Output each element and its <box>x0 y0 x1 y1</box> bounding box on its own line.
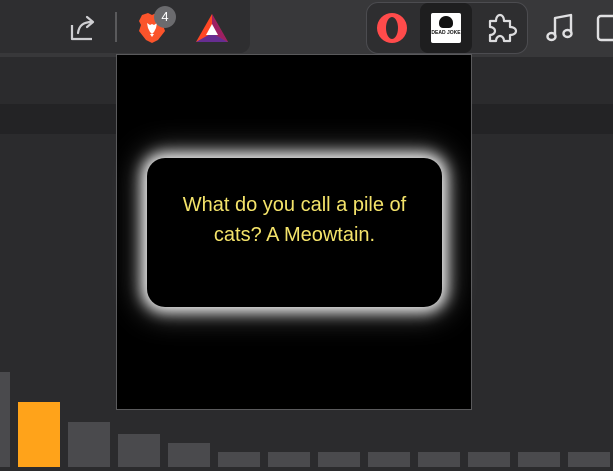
background-bar <box>368 452 410 467</box>
browser-window: 4 DEAD JOKE What do you call a pile of c… <box>0 0 613 471</box>
background-bar <box>118 434 160 467</box>
background-bar <box>0 372 10 467</box>
dead-joke-logo-text: DEAD JOKE <box>431 30 461 36</box>
sidebar-panel-button[interactable] <box>596 14 613 42</box>
joke-card: What do you call a pile of cats? A Meowt… <box>147 158 442 307</box>
background-bar <box>68 422 110 467</box>
background-bar <box>218 452 260 467</box>
laughing-emoji: 😂 <box>282 250 307 275</box>
dead-joke-popup: What do you call a pile of cats? A Meowt… <box>116 54 472 410</box>
background-bar <box>518 452 560 467</box>
background-bar <box>318 452 360 467</box>
skull-icon <box>439 16 453 28</box>
joke-text: What do you call a pile of cats? A Meowt… <box>182 193 407 246</box>
puzzle-icon <box>488 13 518 43</box>
share-icon <box>70 15 95 41</box>
background-bar <box>418 452 460 467</box>
background-bar <box>268 452 310 467</box>
media-controls-button[interactable] <box>540 8 580 48</box>
panel-icon <box>596 14 613 42</box>
extensions-menu-button[interactable] <box>480 8 522 48</box>
browser-toolbar: 4 DEAD JOKE <box>0 0 613 57</box>
toolbar-separator <box>115 12 117 42</box>
opera-circle-icon <box>377 13 407 43</box>
opera-extension-button[interactable] <box>372 8 412 48</box>
background-bar <box>468 452 510 467</box>
music-note-icon <box>546 13 573 42</box>
dead-joke-extension-icon: DEAD JOKE <box>431 13 461 43</box>
shields-count-badge: 4 <box>154 6 176 28</box>
bat-triangle-icon <box>196 14 228 42</box>
share-button[interactable] <box>64 9 102 47</box>
brave-rewards-button[interactable] <box>192 10 232 46</box>
background-bar <box>168 443 210 467</box>
dead-joke-extension-button[interactable]: DEAD JOKE <box>420 3 472 53</box>
background-bar <box>568 452 610 467</box>
highlighted-bar <box>18 402 60 467</box>
